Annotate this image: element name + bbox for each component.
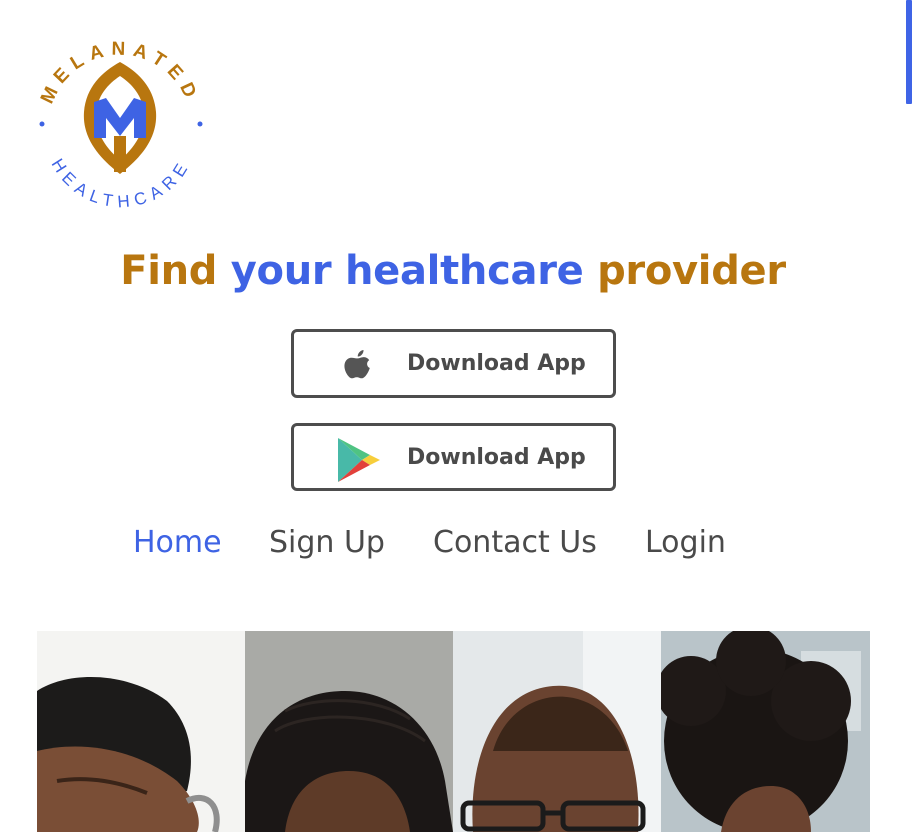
google-play-icon xyxy=(338,438,380,482)
page-title: Find your healthcare provider xyxy=(0,244,906,298)
nav-login-link[interactable]: Login xyxy=(645,520,726,566)
app-store-download-button[interactable]: Download App xyxy=(291,329,616,398)
melanated-healthcare-logo[interactable]: MELANATED HEALTHCARE xyxy=(30,32,210,212)
woman-with-curly-hair-photo xyxy=(661,631,870,832)
scrollbar-track[interactable] xyxy=(906,0,912,832)
download-app-label: Download App xyxy=(407,445,586,470)
headline-word-provider: provider xyxy=(597,248,786,294)
doctor-with-stethoscope-photo xyxy=(37,631,245,832)
woman-with-braids-photo xyxy=(245,631,453,832)
nav-contact-us-link[interactable]: Contact Us xyxy=(433,520,597,566)
scrollbar-thumb[interactable] xyxy=(906,0,912,104)
headline-word-healthcare: healthcare xyxy=(344,248,584,294)
headline-word-find: Find xyxy=(120,248,218,294)
nav-sign-up-link[interactable]: Sign Up xyxy=(269,520,385,566)
apple-icon xyxy=(344,350,370,379)
download-app-label: Download App xyxy=(407,351,586,376)
logo-icon: MELANATED HEALTHCARE xyxy=(37,39,203,211)
nav-home-link[interactable]: Home xyxy=(133,520,222,566)
google-play-download-button[interactable]: Download App xyxy=(291,423,616,491)
provider-photo-gallery xyxy=(37,631,870,832)
main-navigation: Home Sign Up Contact Us Login xyxy=(0,520,906,566)
man-with-glasses-photo xyxy=(453,631,661,832)
headline-word-your: your xyxy=(230,248,332,294)
